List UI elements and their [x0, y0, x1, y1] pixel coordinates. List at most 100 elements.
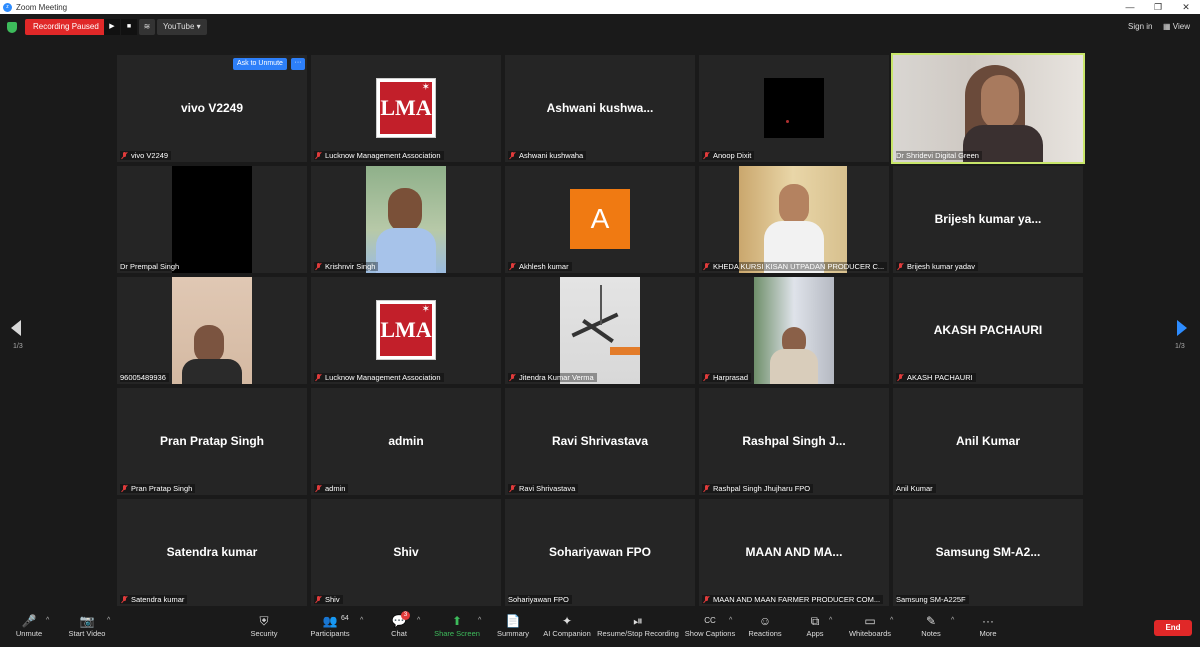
resume-stop-recording-label: Resume/Stop Recording — [597, 629, 679, 638]
participant-tile[interactable]: A Akhlesh kumar — [505, 166, 695, 273]
participant-tile[interactable]: Ravi Shrivastava Ravi Shrivastava — [505, 388, 695, 495]
participant-tile[interactable]: Anil Kumar Anil Kumar — [893, 388, 1083, 495]
close-button[interactable]: ✕ — [1172, 2, 1200, 13]
participant-label: Lucknow Management Association — [314, 373, 444, 382]
participant-tile[interactable]: Sohariyawan FPO Sohariyawan FPO — [505, 499, 695, 606]
participant-tile[interactable]: AKASH PACHAURI AKASH PACHAURI — [893, 277, 1083, 384]
participant-tile[interactable]: LMA ✶ Lucknow Management Association — [311, 55, 501, 162]
share-screen-icon: ⬆ — [451, 614, 463, 628]
reactions-button[interactable]: ☺ Reactions — [747, 613, 783, 638]
participant-label: Ravi Shrivastava — [508, 484, 579, 493]
stream-target-dropdown[interactable]: YouTube ▾ — [157, 19, 207, 35]
participant-label: KHEDA KURSI KISAN UTPADAN PRODUCER C... — [702, 262, 888, 271]
start-video-button[interactable]: 📷 Start Video — [66, 613, 108, 638]
participant-video — [366, 166, 446, 273]
participant-label: MAAN AND MAAN FARMER PRODUCER COM... — [702, 595, 884, 604]
participant-label: 96005489936 — [120, 373, 169, 382]
participant-tile[interactable]: Brijesh kumar ya... Brijesh kumar yadav — [893, 166, 1083, 273]
participant-tile[interactable]: Pran Pratap Singh Pran Pratap Singh — [117, 388, 307, 495]
share-screen-label: Share Screen — [434, 629, 480, 638]
participant-label: Samsung SM-A225F — [896, 595, 969, 604]
prev-page-arrow-icon[interactable] — [11, 320, 21, 336]
muted-mic-icon — [896, 373, 904, 382]
lma-star-icon: ✶ — [421, 304, 430, 315]
participants-count: 64 — [341, 615, 349, 622]
minimize-button[interactable]: — — [1116, 2, 1144, 12]
summary-button[interactable]: 📄 Summary — [496, 613, 530, 638]
whiteboards-options-chevron-icon[interactable]: ^ — [890, 617, 893, 624]
person-face — [194, 325, 224, 363]
ai-companion-button[interactable]: ✦ AI Companion — [542, 613, 592, 638]
muted-microphone-icon: 🎤 — [21, 614, 37, 628]
participant-tile[interactable]: Ask to Unmute ··· vivo V2249 vivo V2249 — [117, 55, 307, 162]
muted-mic-icon — [702, 373, 710, 382]
stop-recording-button[interactable]: ■ — [121, 19, 137, 35]
muted-mic-icon — [702, 484, 710, 493]
chat-options-chevron-icon[interactable]: ^ — [417, 617, 420, 624]
muted-mic-icon — [120, 484, 128, 493]
participant-tile[interactable]: MAAN AND MA... MAAN AND MAAN FARMER PROD… — [699, 499, 889, 606]
participant-tile[interactable]: Jitendra Kumar Verma — [505, 277, 695, 384]
muted-mic-icon — [702, 262, 710, 271]
unmute-button[interactable]: 🎤 Unmute — [14, 613, 44, 638]
notes-button[interactable]: ✎ Notes — [919, 613, 943, 638]
participant-name: Krishnvir Singh — [325, 262, 376, 271]
ask-to-unmute-button[interactable]: Ask to Unmute — [233, 58, 287, 70]
participant-display-name: MAAN AND MA... — [745, 545, 843, 559]
active-speaker-tile[interactable]: Dr Shridevi Digital Green — [891, 53, 1085, 164]
video-options-chevron-icon[interactable]: ^ — [107, 617, 110, 624]
captions-options-chevron-icon[interactable]: ^ — [729, 617, 732, 624]
participant-name: Ashwani kushwaha — [519, 151, 584, 160]
page-indicator-left: 1/3 — [13, 343, 23, 350]
audio-options-chevron-icon[interactable]: ^ — [46, 617, 49, 624]
participant-tile[interactable]: Harprasad — [699, 277, 889, 384]
participant-display-name: Pran Pratap Singh — [159, 434, 265, 448]
participant-tile[interactable]: LMA ✶ Lucknow Management Association — [311, 277, 501, 384]
participant-video — [172, 277, 252, 384]
end-meeting-button[interactable]: End — [1154, 620, 1192, 636]
participant-tile[interactable]: Krishnvir Singh — [311, 166, 501, 273]
muted-mic-icon — [314, 262, 322, 271]
sign-in-link[interactable]: Sign in — [1128, 22, 1152, 31]
tile-more-button[interactable]: ··· — [291, 58, 305, 70]
participant-video — [739, 166, 847, 273]
resume-recording-button[interactable]: ▶ — [104, 19, 120, 35]
participant-tile[interactable]: Satendra kumar Satendra kumar — [117, 499, 307, 606]
participants-options-chevron-icon[interactable]: ^ — [360, 617, 363, 624]
view-button[interactable]: ▦ View — [1163, 22, 1190, 31]
participant-tile[interactable]: admin admin — [311, 388, 501, 495]
participant-tile[interactable]: Ashwani kushwa... Ashwani kushwaha — [505, 55, 695, 162]
share-options-chevron-icon[interactable]: ^ — [478, 617, 481, 624]
participant-name: Harprasad — [713, 373, 749, 382]
more-button[interactable]: ··· More — [976, 613, 1000, 638]
resume-stop-recording-button[interactable]: ⏯ Resume/Stop Recording — [597, 613, 679, 638]
recording-status[interactable]: Recording Paused — [25, 19, 107, 35]
participant-label: Sohariyawan FPO — [508, 595, 572, 604]
notes-options-chevron-icon[interactable]: ^ — [951, 617, 954, 624]
participant-tile[interactable]: 96005489936 — [117, 277, 307, 384]
encryption-shield-icon[interactable] — [7, 22, 17, 33]
more-label: More — [979, 629, 997, 638]
muted-mic-icon — [702, 151, 710, 160]
apps-button[interactable]: ⧉ Apps — [804, 613, 826, 638]
participants-button[interactable]: 👥 64 Participants — [309, 613, 351, 638]
muted-mic-icon — [508, 484, 516, 493]
security-button[interactable]: ⛨ Security — [248, 613, 280, 638]
participant-tile[interactable]: Samsung SM-A2... Samsung SM-A225F — [893, 499, 1083, 606]
participant-tile[interactable]: Shiv Shiv — [311, 499, 501, 606]
meeting-controls-toolbar: 🎤 Unmute ^ 📷 Start Video ^ ⛨ Security 👥 … — [0, 607, 1200, 647]
next-page-arrow-icon[interactable] — [1177, 320, 1187, 336]
participant-tile[interactable]: KHEDA KURSI KISAN UTPADAN PRODUCER C... — [699, 166, 889, 273]
restore-button[interactable]: ❐ — [1144, 2, 1172, 13]
live-stream-icon[interactable]: ≋ — [139, 19, 155, 35]
chat-button[interactable]: 💬 3 Chat — [388, 611, 410, 638]
apps-options-chevron-icon[interactable]: ^ — [829, 617, 832, 624]
share-screen-button[interactable]: ⬆ Share Screen — [434, 613, 480, 638]
participant-display-name: AKASH PACHAURI — [933, 323, 1043, 337]
participant-tile[interactable]: Rashpal Singh J... Rashpal Singh Jhujhar… — [699, 388, 889, 495]
participant-label: Dr Prempal Singh — [120, 262, 183, 271]
participant-tile[interactable]: Dr Prempal Singh — [117, 166, 307, 273]
participant-tile[interactable]: Anoop Dixit — [699, 55, 889, 162]
whiteboards-button[interactable]: ▭ Whiteboards — [847, 613, 893, 638]
participant-name: Sohariyawan FPO — [508, 595, 569, 604]
